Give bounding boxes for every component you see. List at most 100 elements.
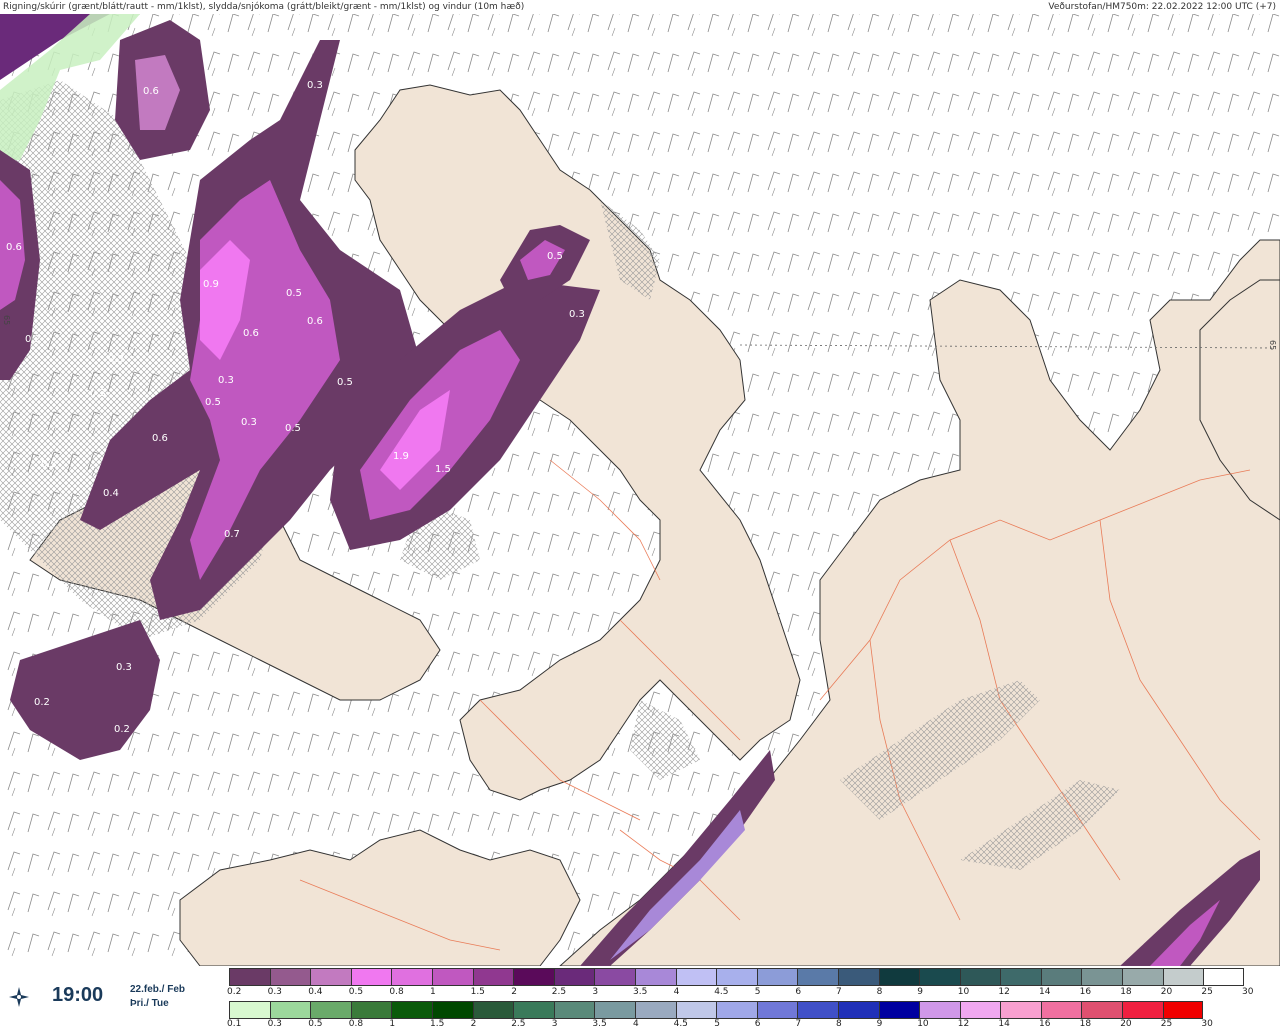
- legend-label: 4: [673, 987, 680, 997]
- legend-label: 2.5: [551, 987, 567, 997]
- legend-label: 10: [917, 1019, 929, 1029]
- legend-swatch: [1162, 968, 1204, 986]
- legend-swatch: [472, 968, 514, 986]
- legend-swatch: [1000, 1001, 1041, 1019]
- legend-label: 16: [1079, 987, 1092, 997]
- legend-label: 25: [1160, 1019, 1173, 1029]
- legend-swatch: [310, 968, 351, 986]
- legend-swatch: [1040, 1001, 1082, 1019]
- legend-label: 3.5: [633, 987, 648, 997]
- contour-label: 1.5: [435, 464, 451, 475]
- legend-label: 9: [917, 987, 923, 997]
- legend-swatch: [431, 968, 473, 986]
- legend-label: 20: [1120, 1019, 1132, 1029]
- legend-label: 7: [795, 1019, 802, 1029]
- time-panel: 19:00 22.feb./ Feb Þri./ Tue: [0, 966, 220, 1030]
- contour-label: 0.6: [243, 328, 259, 339]
- legend-label: 18: [1120, 987, 1132, 997]
- legend-label: 3.5: [592, 1019, 607, 1029]
- legend-label: 0.3: [267, 1019, 282, 1029]
- legend-label: 12: [957, 1019, 970, 1029]
- legend-swatch: [513, 1001, 554, 1019]
- legend-swatch: [878, 1001, 920, 1019]
- legend-swatch: [1122, 968, 1163, 986]
- contour-label: 0.5: [286, 288, 302, 299]
- contour-label: 0.3: [108, 354, 124, 365]
- legend-swatch: [837, 1001, 879, 1019]
- legend-swatch: [1203, 968, 1244, 986]
- legend-label: 3: [551, 1019, 558, 1029]
- legend-swatch: [634, 1001, 676, 1019]
- legend-label: 0.5: [348, 987, 364, 997]
- contour-label: 0.2: [114, 724, 130, 735]
- legend-swatch: [472, 1001, 514, 1019]
- legend-label: 4.5: [714, 987, 729, 997]
- legend-label: 4: [633, 1019, 639, 1029]
- forecast-weekday: Þri./ Tue: [130, 998, 169, 1009]
- legend-swatch: [391, 1001, 432, 1019]
- contour-label: 0.6: [6, 242, 22, 253]
- legend-swatch: [229, 1001, 270, 1019]
- legend-swatch: [553, 1001, 595, 1019]
- legend-swatch: [797, 1001, 838, 1019]
- legend-swatch: [1081, 1001, 1123, 1019]
- map-title: Rigning/skúrir (grænt/blátt/rautt - mm/1…: [3, 2, 525, 12]
- legend-label: 14: [1039, 987, 1051, 997]
- contour-label: 0.2: [25, 334, 41, 345]
- legend-swatch: [959, 968, 1001, 986]
- legend-swatch: [756, 1001, 798, 1019]
- legend-label: 2: [511, 987, 517, 997]
- legend-swatch: [716, 968, 757, 986]
- legend-swatch: [919, 968, 960, 986]
- legend-label: 4.5: [673, 1019, 688, 1029]
- legend-swatch: [391, 968, 432, 986]
- legend-swatch: [1162, 1001, 1204, 1019]
- axis-label-right: 65: [1268, 340, 1277, 350]
- model-run-info: Veðurstofan/HM750m: 22.02.2022 12:00 UTC…: [1048, 2, 1276, 12]
- contour-label: 0.3: [116, 662, 132, 673]
- legend-label: 1: [389, 1019, 396, 1029]
- legend-swatch: [431, 1001, 473, 1019]
- legend-label: 14: [998, 1019, 1010, 1029]
- legend-labels-snow: 0.2 0.3 0.4 0.5 0.8 1 1.5 2 2.5 3 3.5 4 4.5 5 6 7 8 9 10 12…: [227, 987, 1279, 999]
- axis-label-left: 65: [2, 315, 11, 325]
- legend-swatch: [634, 968, 676, 986]
- legend-label: 8: [876, 987, 883, 997]
- legend-row-snow: [229, 968, 1244, 986]
- legend-swatch: [594, 968, 635, 986]
- weather-map: 65 65 0.6 0.3 0.6 0.9 0.5 0.6 0.6 0.3 0.…: [0, 14, 1280, 966]
- legend-label: 30: [1242, 987, 1254, 997]
- legend-swatch: [959, 1001, 1001, 1019]
- legend-labels-rain: 0.1 0.3 0.5 0.8 1 1.5 2 2.5 3 3.5 4 4.5 5 6 7 8 9 10 12 14 1…: [227, 1019, 1279, 1031]
- legend-swatch: [919, 1001, 960, 1019]
- legend-row-rain: [229, 1001, 1204, 1019]
- contour-label: 0.5: [547, 251, 563, 262]
- contour-label: 0.3: [307, 80, 323, 91]
- legend-swatch: [513, 968, 554, 986]
- legend-label: 0.5: [308, 1019, 323, 1029]
- contour-label: 0.3: [90, 388, 106, 399]
- legend-label: 9: [876, 1019, 883, 1029]
- legend-swatch: [269, 1001, 311, 1019]
- legend-swatch: [1040, 968, 1082, 986]
- legend-swatch: [594, 1001, 635, 1019]
- legend-label: 18: [1079, 1019, 1092, 1029]
- forecast-time: 19:00: [52, 984, 104, 1006]
- contour-label: 0.5: [205, 397, 221, 408]
- legend-swatch: [675, 1001, 717, 1019]
- legend-label: 2: [470, 1019, 477, 1029]
- legend-label: 3: [592, 987, 599, 997]
- compass-rose-icon: [9, 987, 29, 1007]
- contour-label: 0.3: [218, 375, 234, 386]
- legend-label: 6: [754, 1019, 761, 1029]
- legend-swatch: [1081, 968, 1123, 986]
- contour-label: 0.4: [103, 488, 119, 499]
- contour-label: 0.7: [224, 529, 240, 540]
- legend-label: 6: [795, 987, 802, 997]
- legend-label: 0.1: [227, 1019, 242, 1029]
- contour-label: 0.6: [307, 316, 323, 327]
- legend-label: 0.2: [227, 987, 242, 997]
- legend-label: 0.3: [267, 987, 282, 997]
- legend-swatch: [1000, 968, 1041, 986]
- contour-label: 0.2: [34, 697, 50, 708]
